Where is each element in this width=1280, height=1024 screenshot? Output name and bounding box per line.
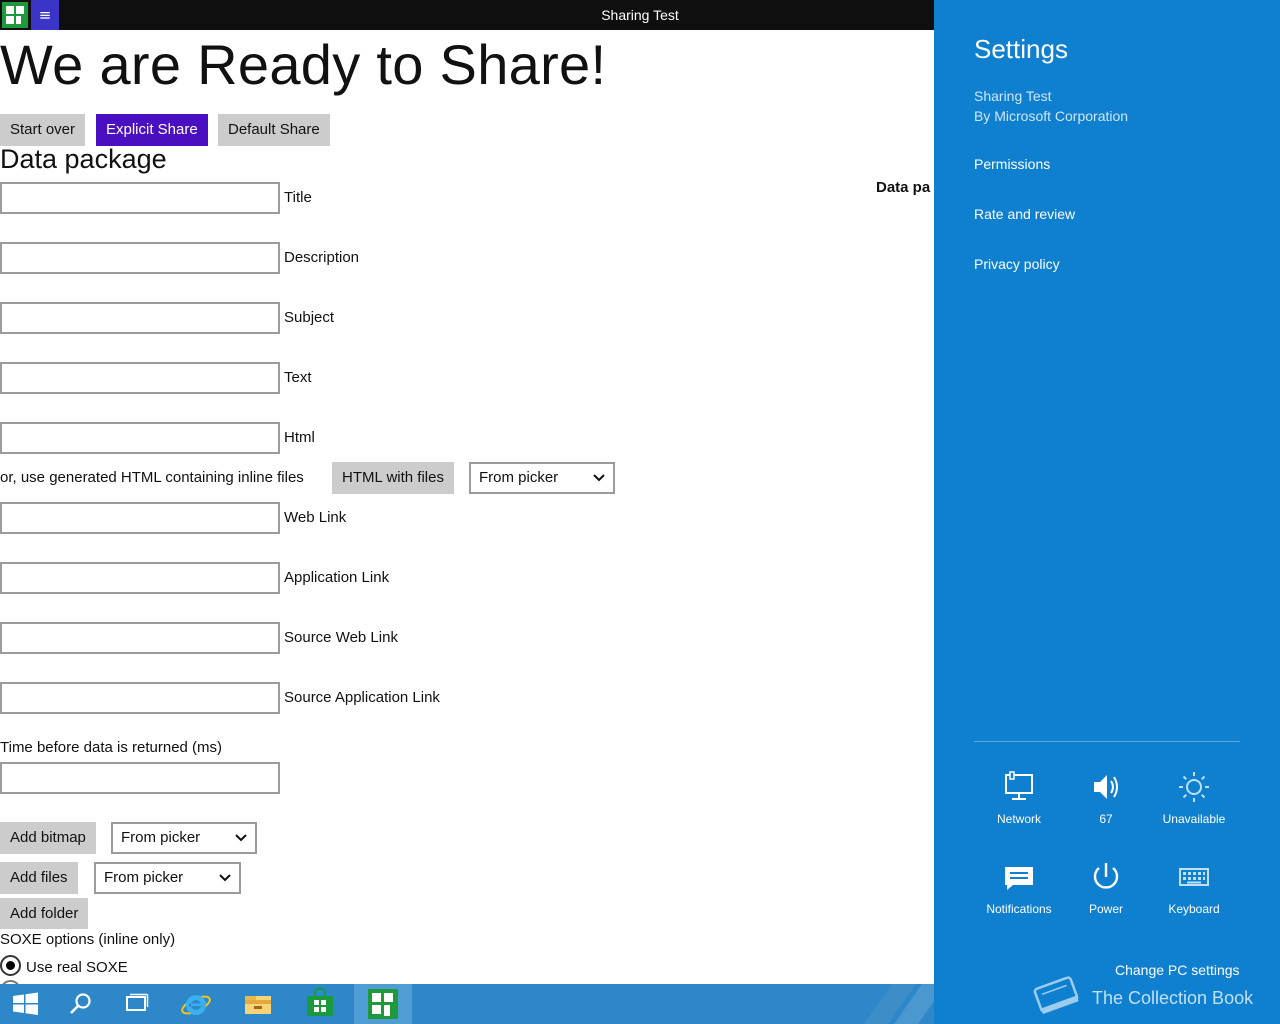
network-label: Network xyxy=(996,812,1041,826)
subject-input[interactable] xyxy=(0,302,280,334)
description-label: Description xyxy=(284,249,360,266)
bitmap-source-select[interactable]: From picker xyxy=(111,822,257,854)
volume-level-label: 67 xyxy=(1099,812,1113,826)
delay-input[interactable] xyxy=(0,762,280,794)
data-package-side-label: Data pa xyxy=(876,179,931,196)
main-content: We are Ready to Share! Start over Explic… xyxy=(0,30,934,984)
html-label: Html xyxy=(284,429,315,446)
start-over-button[interactable]: Start over xyxy=(0,114,86,146)
title-input[interactable] xyxy=(0,182,280,214)
add-folder-button[interactable]: Add folder xyxy=(0,898,89,929)
taskbar xyxy=(0,984,947,1024)
delay-label: Time before data is returned (ms) xyxy=(0,739,223,756)
task-view-icon xyxy=(126,993,149,1011)
source-web-link-input[interactable] xyxy=(0,622,280,654)
change-pc-settings-link[interactable]: Change PC settings xyxy=(1115,962,1240,978)
store-button[interactable] xyxy=(292,984,348,1024)
brightness-sun-icon xyxy=(1179,772,1209,802)
network-tile[interactable]: Network xyxy=(975,770,1063,826)
search-button[interactable] xyxy=(52,984,108,1024)
internet-explorer-icon xyxy=(181,995,211,1015)
chevron-down-icon xyxy=(593,464,605,502)
html-files-source-select[interactable]: From picker xyxy=(469,462,615,494)
task-view-button[interactable] xyxy=(108,984,164,1024)
book-watermark-icon xyxy=(1033,976,1079,1015)
web-link-input[interactable] xyxy=(0,502,280,534)
explicit-share-button[interactable]: Explicit Share xyxy=(96,114,208,146)
brightness-label: Unavailable xyxy=(1162,812,1226,826)
file-explorer-button[interactable] xyxy=(230,984,286,1024)
use-real-soxe-radio[interactable] xyxy=(0,955,21,976)
network-monitor-icon xyxy=(1005,771,1033,800)
html-input[interactable] xyxy=(0,422,280,454)
page-heading: We are Ready to Share! xyxy=(0,33,607,96)
source-web-link-label: Source Web Link xyxy=(284,629,398,646)
title-bar: ≡ Sharing Test xyxy=(0,0,934,30)
store-bag-icon xyxy=(307,987,333,1016)
permissions-link[interactable]: Permissions xyxy=(974,156,1050,172)
app-screen: ≡ Sharing Test We are Ready to Share! St… xyxy=(0,0,1280,1024)
power-icon xyxy=(1093,863,1119,889)
subject-label: Subject xyxy=(284,309,335,326)
search-icon xyxy=(70,993,91,1014)
use-real-soxe-label: Use real SOXE xyxy=(26,959,128,976)
speaker-icon xyxy=(1094,775,1118,799)
privacy-policy-link[interactable]: Privacy policy xyxy=(974,256,1060,272)
sharing-test-app-icon xyxy=(368,989,398,1019)
power-label: Power xyxy=(1088,902,1123,916)
keyboard-label: Keyboard xyxy=(1168,902,1220,916)
default-share-button[interactable]: Default Share xyxy=(218,114,330,146)
web-link-label: Web Link xyxy=(284,509,347,526)
notifications-tile[interactable]: Notifications xyxy=(975,860,1063,916)
keyboard-icon xyxy=(1179,868,1209,886)
text-input[interactable] xyxy=(0,362,280,394)
html-with-files-button[interactable]: HTML with files xyxy=(332,462,454,494)
source-application-link-input[interactable] xyxy=(0,682,280,714)
app-info: Sharing Test By Microsoft Corporation xyxy=(974,86,1128,126)
source-application-link-label: Source Application Link xyxy=(284,689,440,706)
add-bitmap-button[interactable]: Add bitmap xyxy=(0,822,96,854)
notifications-label: Notifications xyxy=(986,902,1052,916)
settings-title: Settings xyxy=(974,34,1068,64)
bitmap-source-value: From picker xyxy=(121,829,201,846)
chevron-down-icon xyxy=(235,824,247,862)
application-link-input[interactable] xyxy=(0,562,280,594)
folder-icon xyxy=(245,996,271,1014)
volume-tile[interactable]: 67 xyxy=(1062,770,1150,826)
html-files-source-value: From picker xyxy=(479,469,559,486)
rate-and-review-link[interactable]: Rate and review xyxy=(974,206,1075,222)
title-label: Title xyxy=(284,189,312,206)
files-source-select[interactable]: From picker xyxy=(94,862,241,894)
charm-separator xyxy=(974,741,1240,742)
app-name: Sharing Test xyxy=(974,88,1052,104)
windows-logo-icon xyxy=(13,992,38,1015)
files-source-value: From picker xyxy=(104,869,184,886)
chevron-down-icon xyxy=(219,864,231,902)
power-tile[interactable]: Power xyxy=(1062,860,1150,916)
application-link-label: Application Link xyxy=(284,569,390,586)
notifications-icon xyxy=(1005,867,1033,890)
app-publisher: By Microsoft Corporation xyxy=(974,108,1129,124)
internet-explorer-button[interactable] xyxy=(168,984,224,1024)
watermark-text: The Collection Book xyxy=(1092,988,1254,1008)
keyboard-tile[interactable]: Keyboard xyxy=(1150,860,1238,916)
soxe-options-label: SOXE options (inline only) xyxy=(0,931,176,948)
start-button[interactable] xyxy=(0,984,56,1024)
data-package-title: Data package xyxy=(0,144,167,174)
settings-charm-pane: Settings Sharing Test By Microsoft Corpo… xyxy=(934,0,1280,1024)
add-files-button[interactable]: Add files xyxy=(0,862,78,894)
sharing-test-taskbar-button[interactable] xyxy=(354,984,412,1024)
brightness-tile[interactable]: Unavailable xyxy=(1150,770,1238,826)
inline-files-text: or, use generated HTML containing inline… xyxy=(0,469,304,486)
description-input[interactable] xyxy=(0,242,280,274)
text-label: Text xyxy=(284,369,312,386)
